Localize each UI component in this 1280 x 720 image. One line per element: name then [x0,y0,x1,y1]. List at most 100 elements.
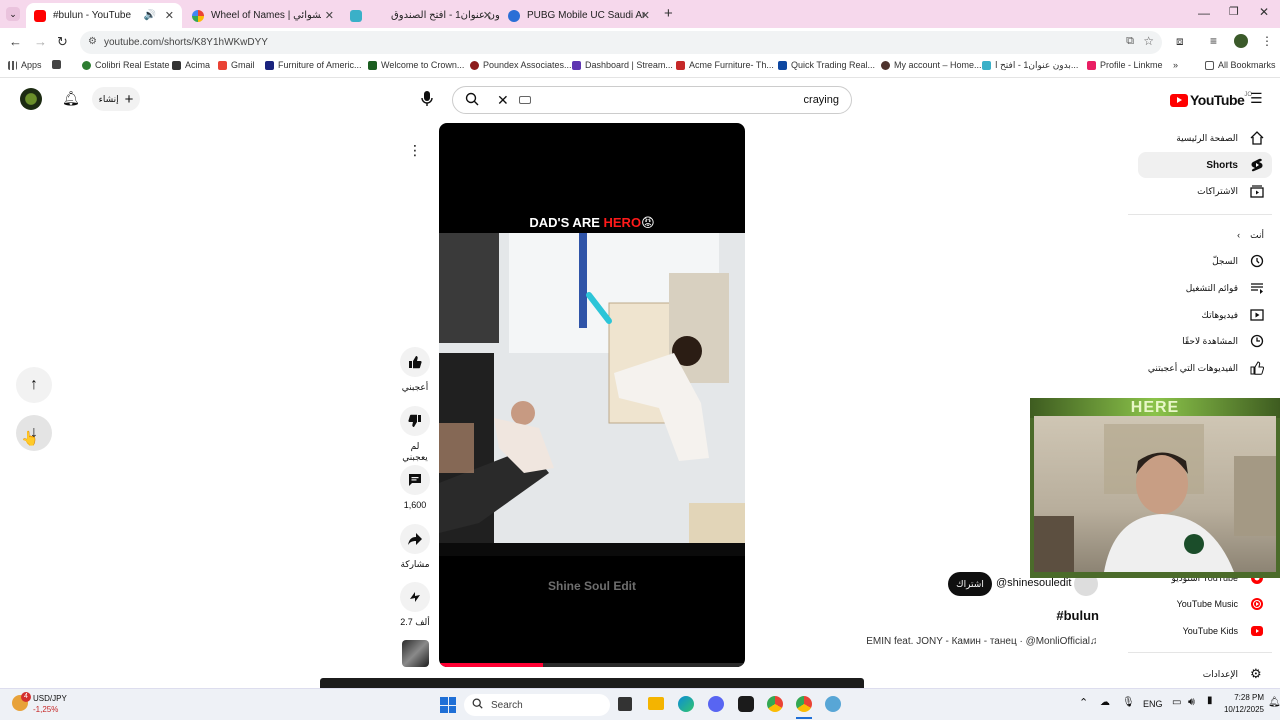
previous-short-button[interactable]: ↑ [16,367,52,403]
speaker-icon[interactable]: 🔊 [144,10,156,21]
bookmark-colibri[interactable]: Colibri Real Estate [82,60,170,70]
keyboard-icon[interactable] [518,96,531,104]
new-tab-plus-icon[interactable]: + [664,5,673,22]
short-video-player[interactable]: DAD'S ARE HERO😡 Shine Soul Edit [439,123,745,667]
file-explorer-icon[interactable] [648,697,664,710]
task-view-icon[interactable] [618,697,632,711]
remix-icon[interactable] [400,582,430,612]
chrome-icon[interactable] [767,696,783,712]
bookmark-dashboard[interactable]: Dashboard | Stream... [572,60,673,70]
discord-icon[interactable] [708,696,724,712]
remix-action[interactable]: 2.7 ألف [400,582,430,628]
bookmark-apps[interactable]: Apps [8,60,42,70]
cloud-icon[interactable]: ☁ [1100,697,1110,708]
notifications-bell-icon[interactable]: 🔔︎ [62,90,80,107]
bookmark-quick-trading[interactable]: Quick Trading Real... [778,60,875,70]
create-button[interactable]: إنشاء + [92,87,140,111]
tab-open-box[interactable]: بدون عنوان1 - افتح الصندوق ✕ [342,3,500,28]
app-icon[interactable] [825,696,841,712]
music-credit[interactable]: EMIN feat. JONY - Камин - танец · @Monli… [820,636,1090,647]
chrome-profile-icon[interactable] [796,696,812,712]
comment-icon[interactable] [400,465,430,495]
media-controls-icon[interactable]: ≡ [1210,34,1217,48]
sidebar-item-your-videos[interactable]: فيديوهاتك [1138,302,1272,328]
profile-avatar[interactable] [1234,34,1248,48]
notifications-icon[interactable]: 🔔︎ [1268,697,1280,708]
tab-search-chevron-icon[interactable]: ⌄ [6,7,20,21]
sidebar-item-playlists[interactable]: قوائم التشغيل [1138,275,1272,301]
sidebar-item-liked-videos[interactable]: الفيديوهات التي أعجبتني [1138,355,1272,381]
dislike-action[interactable]: لم يعجبني [400,406,430,463]
sidebar-item-youtube-music[interactable]: YouTube Music [1138,591,1272,617]
voice-search-icon[interactable] [418,89,436,107]
bookmark-gmail[interactable]: Gmail [218,60,255,70]
clock-time[interactable]: 7:28 PM [1214,693,1264,702]
extensions-icon[interactable]: ⧈ [1176,34,1184,49]
minimize-icon[interactable]: — [1198,6,1210,20]
tab-pubg[interactable]: PUBG Mobile UC Saudi Arabia | شحن ✕ [500,3,658,28]
hamburger-menu-icon[interactable]: ☰ [1250,90,1263,107]
sidebar-item-shorts[interactable]: Shorts [1138,152,1272,178]
edge-browser-icon[interactable] [678,696,694,712]
show-hidden-icons-chevron[interactable]: ⌃ [1079,696,1088,709]
tab-youtube[interactable]: #bulun - YouTube 🔊 ✕ [26,3,182,28]
bookmarks-overflow-icon[interactable]: » [1173,60,1178,70]
clock-date[interactable]: 10/12/2025 [1210,705,1264,714]
search-box[interactable]: ✕ craying [452,86,852,114]
progress-track[interactable] [439,663,745,667]
reload-icon[interactable]: ↻ [57,34,68,50]
language-indicator[interactable]: ENG [1143,699,1163,709]
sidebar-item-history[interactable]: السجلّ [1138,248,1272,274]
bookmark-poundex[interactable]: Poundex Associates... [470,60,572,70]
short-more-options-icon[interactable]: ⋮ [404,139,426,161]
sidebar-item-home[interactable]: الصفحة الرئيسية [1138,125,1272,151]
tab-close-icon[interactable]: ✕ [165,9,174,22]
sidebar-item-youtube-kids[interactable]: YouTube Kids [1138,618,1272,644]
window-close-icon[interactable]: ✕ [1259,5,1269,19]
address-bar[interactable]: ⚙ youtube.com/shorts/K8Y1hWKwDYY ⧉ ☆ [80,31,1162,54]
app-icon[interactable] [738,696,754,712]
all-bookmarks[interactable]: All Bookmarks [1205,60,1276,70]
tab-wheel-of-names[interactable]: Wheel of Names | عجلة الأسم العشوائي ✕ [184,3,342,28]
back-icon[interactable]: ← [9,34,22,49]
install-app-icon[interactable]: ⧉ [1126,35,1134,48]
clear-search-icon[interactable]: ✕ [497,92,509,109]
taskbar-search-box[interactable]: Search [464,694,610,716]
channel-handle[interactable]: @shinesouledit [996,577,1071,589]
tab-close-icon[interactable]: ✕ [325,9,334,22]
tab-close-icon[interactable]: ✕ [483,9,492,22]
like-action[interactable]: أعجبني [400,347,430,393]
volume-icon[interactable]: 🔊︎ [1188,696,1195,709]
user-avatar[interactable] [20,88,42,110]
tab-close-icon[interactable]: ✕ [641,9,650,22]
subscribe-button[interactable]: اشتراك [948,572,992,596]
sound-thumbnail[interactable] [402,640,429,667]
bookmark-acima[interactable]: Acima [172,60,210,70]
thumbs-down-icon[interactable] [400,406,430,436]
bookmark-open-box[interactable]: بدون عنوان1 - افتح ا... [982,60,1078,71]
bookmark-crown[interactable]: Welcome to Crown... [368,60,464,70]
network-icon[interactable]: ▭ [1172,697,1181,708]
bookmark-acme[interactable]: Acme Furniture- Th... [676,60,774,70]
youtube-logo[interactable]: YouTube JO [1170,92,1252,108]
sidebar-section-you[interactable]: ‹ أنت [1138,222,1272,248]
comments-action[interactable]: 1,600 [400,465,430,510]
menu-kebab-icon[interactable]: ⋮ [1261,34,1273,48]
maximize-icon[interactable]: ❐ [1229,5,1239,18]
bookmark-grid[interactable] [52,60,65,69]
search-input[interactable]: craying [804,94,839,106]
bookmark-star-icon[interactable]: ☆ [1143,34,1154,48]
microphone-icon[interactable]: 🎙︎ [1122,697,1135,708]
share-icon[interactable] [400,524,430,554]
thumbs-up-icon[interactable] [400,347,430,377]
sidebar-item-subscriptions[interactable]: الاشتراكات [1138,178,1272,204]
windows-start-icon[interactable] [440,697,456,713]
site-info-icon[interactable]: ⚙ [88,36,97,47]
search-icon[interactable] [465,92,479,109]
bookmark-linkme[interactable]: Profile - Linkme [1087,60,1163,70]
forward-icon[interactable]: → [34,34,47,49]
bookmark-my-account[interactable]: My account – Home... [881,60,982,70]
sidebar-item-settings[interactable]: الإعدادات ⚙ [1138,661,1272,687]
sidebar-item-watch-later[interactable]: المشاهدة لاحقًا [1138,328,1272,354]
share-action[interactable]: مشاركة [400,524,430,570]
